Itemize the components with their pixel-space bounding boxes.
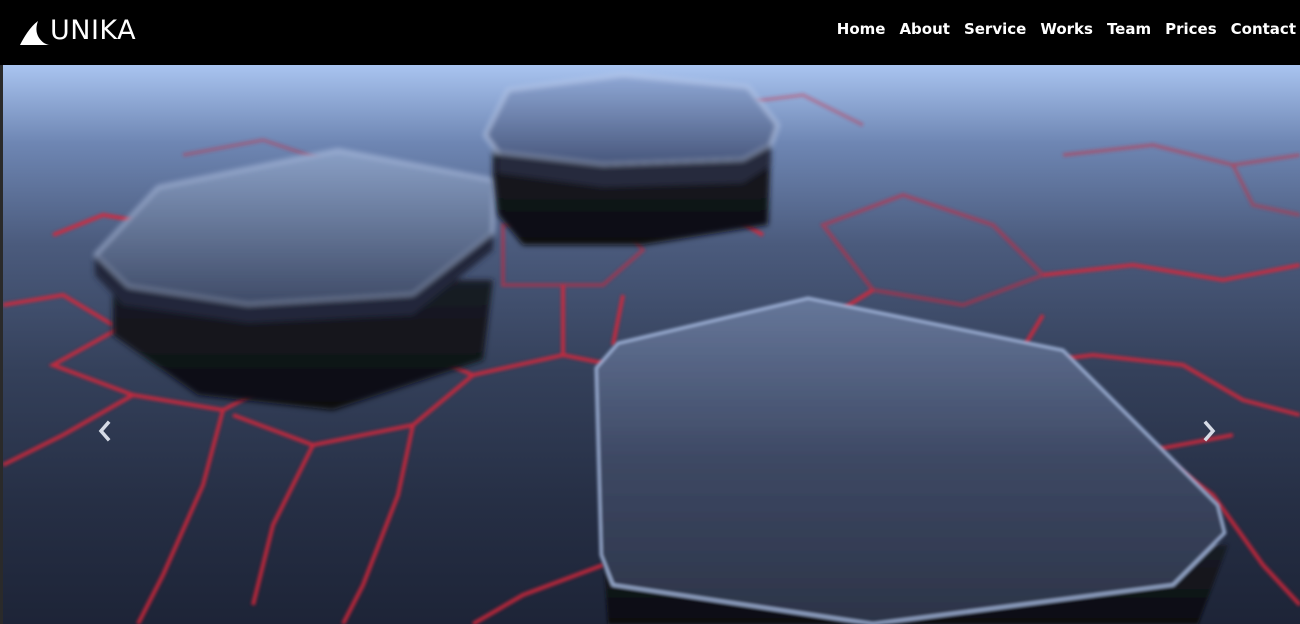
chevron-left-icon	[98, 420, 111, 442]
nav-link-home[interactable]: Home	[830, 22, 893, 37]
nav-link-service[interactable]: Service	[957, 22, 1033, 37]
carousel-next-button[interactable]	[1198, 417, 1222, 445]
brand-name: UNIKA	[50, 15, 137, 46]
nav-link-about[interactable]: About	[892, 22, 957, 37]
top-navbar: UNIKA Home About Service Works Team Pric…	[0, 0, 1300, 65]
nav-link-works[interactable]: Works	[1033, 22, 1100, 37]
hero-carousel	[3, 65, 1300, 624]
hexagon-slide-image	[3, 73, 1300, 624]
main-nav-menu: Home About Service Works Team Prices Con…	[830, 22, 1296, 37]
brand-logo-link[interactable]: UNIKA	[18, 15, 137, 47]
shark-fin-logo-icon	[20, 20, 50, 45]
nav-link-prices[interactable]: Prices	[1158, 22, 1224, 37]
carousel-prev-button[interactable]	[92, 417, 116, 445]
nav-link-team[interactable]: Team	[1100, 22, 1158, 37]
chevron-right-icon	[1203, 420, 1216, 442]
nav-link-contact[interactable]: Contact	[1224, 22, 1296, 37]
